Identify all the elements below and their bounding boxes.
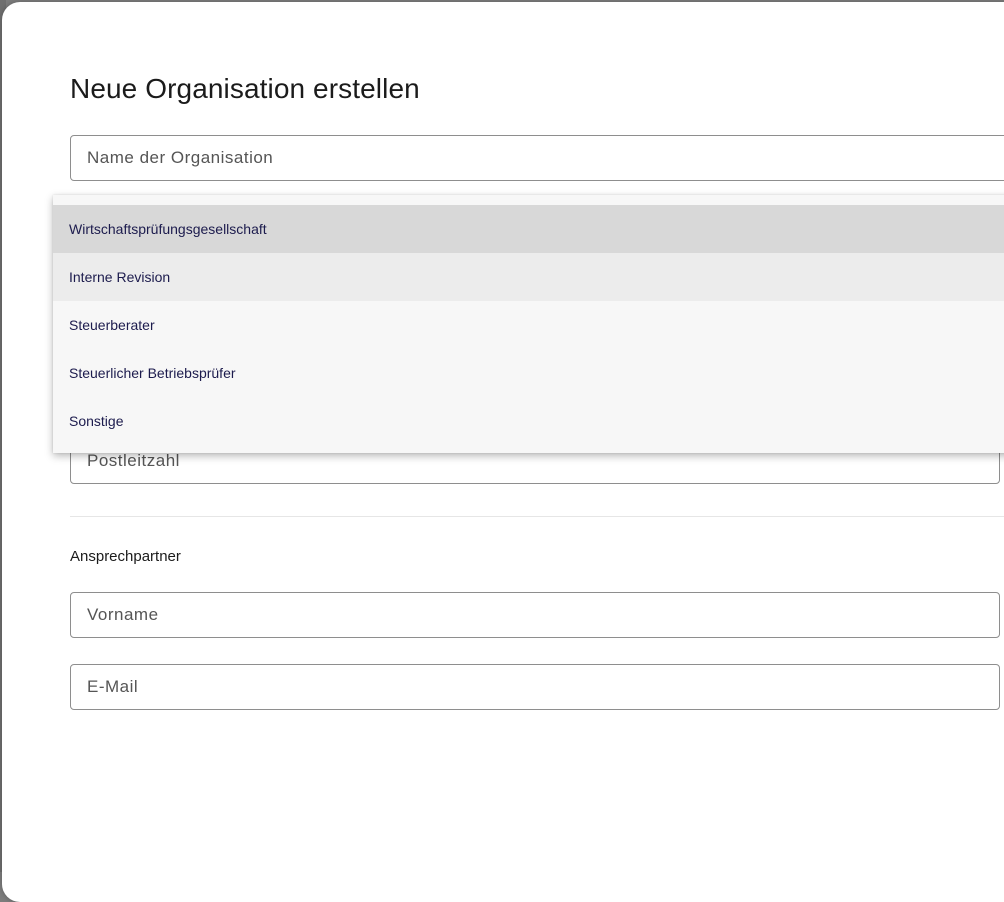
dropdown-option-steuerlicher-betriebspruefer[interactable]: Steuerlicher Betriebsprüfer (53, 349, 1004, 397)
organization-name-field[interactable] (70, 135, 1004, 181)
dropdown-option-sonstige[interactable]: Sonstige (53, 397, 1004, 445)
contact-section-label: Ansprechpartner (70, 548, 181, 565)
dropdown-option-steuerberater[interactable]: Steuerberater (53, 301, 1004, 349)
dialog-title: Neue Organisation erstellen (70, 73, 420, 104)
dropdown-option-interne-revision[interactable]: Interne Revision (53, 253, 1004, 301)
first-name-field[interactable] (70, 592, 1000, 638)
section-divider (70, 516, 1004, 517)
email-input[interactable] (71, 665, 999, 709)
dropdown-option-wirtschaftspruefungsgesellschaft[interactable]: Wirtschaftsprüfungsgesellschaft (53, 205, 1004, 253)
organization-name-input[interactable] (71, 136, 1004, 180)
first-name-input[interactable] (71, 593, 999, 637)
organization-type-dropdown-menu: Wirtschaftsprüfungsgesellschaft Interne … (53, 195, 1004, 453)
email-field[interactable] (70, 664, 1000, 710)
